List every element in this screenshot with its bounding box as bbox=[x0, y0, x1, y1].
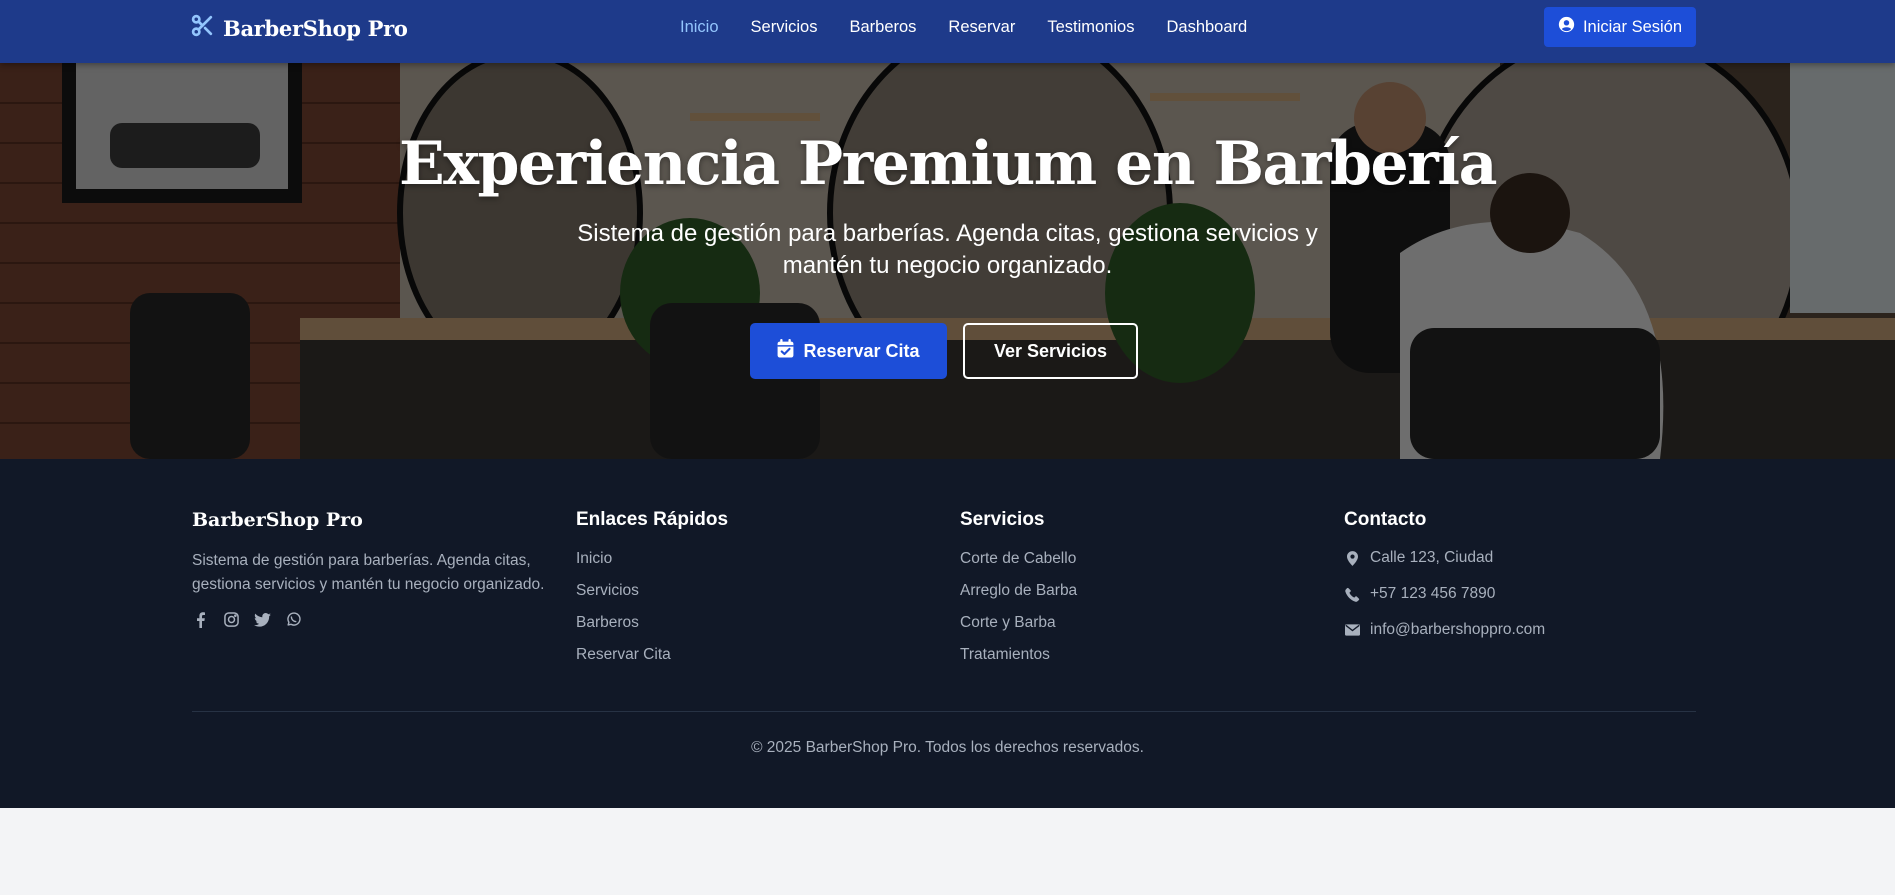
nav-link-inicio[interactable]: Inicio bbox=[680, 18, 719, 37]
user-circle-icon bbox=[1558, 16, 1575, 38]
map-marker-icon bbox=[1344, 550, 1360, 566]
quick-links-title: Enlaces Rápidos bbox=[576, 509, 729, 530]
contact-email-text[interactable]: info@barbershoppro.com bbox=[1370, 620, 1545, 640]
footer-brand-title: BarberShop Pro bbox=[192, 509, 363, 531]
footer-services: Servicios Corte de Cabello Arreglo de Ba… bbox=[960, 507, 1320, 677]
brand-logo[interactable]: BarberShop Pro bbox=[190, 13, 408, 43]
footer-divider bbox=[192, 711, 1696, 712]
contact-phone-text: +57 123 456 7890 bbox=[1370, 585, 1496, 602]
footer: BarberShop Pro Sistema de gestión para b… bbox=[0, 459, 1895, 808]
brand-name: BarberShop Pro bbox=[223, 15, 408, 41]
nav-link-dashboard[interactable]: Dashboard bbox=[1166, 18, 1247, 37]
hero-subtitle: Sistema de gestión para barberías. Agend… bbox=[577, 220, 1318, 279]
facebook-icon[interactable] bbox=[192, 611, 209, 628]
instagram-icon[interactable] bbox=[223, 611, 240, 628]
quick-links-list: Inicio Servicios Barberos Reservar Cita bbox=[576, 549, 936, 665]
contact-title: Contacto bbox=[1344, 509, 1427, 530]
ver-servicios-button[interactable]: Ver Servicios bbox=[963, 323, 1138, 379]
services-list: Corte de Cabello Arreglo de Barba Corte … bbox=[960, 549, 1320, 665]
calendar-check-icon bbox=[777, 339, 794, 363]
login-button[interactable]: Iniciar Sesión bbox=[1544, 7, 1696, 47]
hero-title: Experiencia Premium en Barbería bbox=[399, 129, 1497, 199]
scissors-icon bbox=[190, 13, 215, 43]
footer-link-reservar-cita[interactable]: Reservar Cita bbox=[576, 645, 936, 665]
contact-address-text: Calle 123, Ciudad bbox=[1370, 549, 1494, 566]
copyright: © 2025 BarberShop Pro. Todos los derecho… bbox=[751, 739, 1144, 756]
contact-list: Calle 123, Ciudad +57 123 456 7890 info@… bbox=[1344, 548, 1704, 640]
footer-service-tratamientos[interactable]: Tratamientos bbox=[960, 645, 1320, 665]
login-button-label: Iniciar Sesión bbox=[1582, 17, 1683, 36]
whatsapp-icon[interactable] bbox=[285, 611, 302, 628]
nav-link-barberos[interactable]: Barberos bbox=[849, 18, 916, 37]
footer-link-barberos[interactable]: Barberos bbox=[576, 613, 936, 633]
social-links bbox=[192, 611, 552, 628]
hero-section: Experiencia Premium en Barbería Sistema … bbox=[0, 63, 1895, 459]
reservar-cita-button[interactable]: Reservar Cita bbox=[750, 323, 947, 379]
footer-service-corte-de-cabello[interactable]: Corte de Cabello bbox=[960, 549, 1320, 569]
footer-contact: Contacto Calle 123, Ciudad +57 123 456 7… bbox=[1344, 507, 1704, 656]
footer-link-inicio[interactable]: Inicio bbox=[576, 549, 936, 569]
contact-address: Calle 123, Ciudad bbox=[1344, 548, 1704, 568]
ver-servicios-label: Ver Servicios bbox=[993, 340, 1108, 361]
footer-quick-links: Enlaces Rápidos Inicio Servicios Barbero… bbox=[576, 507, 936, 677]
services-title: Servicios bbox=[960, 509, 1045, 530]
nav-link-testimonios[interactable]: Testimonios bbox=[1047, 18, 1134, 37]
footer-service-corte-y-barba[interactable]: Corte y Barba bbox=[960, 613, 1320, 633]
contact-phone: +57 123 456 7890 bbox=[1344, 584, 1704, 604]
nav-link-reservar[interactable]: Reservar bbox=[948, 18, 1015, 37]
phone-icon bbox=[1344, 587, 1360, 602]
envelope-icon bbox=[1344, 624, 1360, 636]
reservar-cita-label: Reservar Cita bbox=[803, 340, 920, 361]
contact-email: info@barbershoppro.com bbox=[1344, 620, 1704, 640]
footer-link-servicios[interactable]: Servicios bbox=[576, 581, 936, 601]
nav-link-servicios[interactable]: Servicios bbox=[751, 18, 818, 37]
main-nav: Inicio Servicios Barberos Reservar Testi… bbox=[680, 0, 1247, 54]
footer-about-text: Sistema de gestión para barberías. Agend… bbox=[192, 552, 545, 593]
footer-about: BarberShop Pro Sistema de gestión para b… bbox=[192, 507, 552, 628]
navbar: BarberShop Pro Inicio Servicios Barberos… bbox=[0, 0, 1895, 63]
twitter-icon[interactable] bbox=[254, 611, 271, 628]
footer-service-arreglo-de-barba[interactable]: Arreglo de Barba bbox=[960, 581, 1320, 601]
